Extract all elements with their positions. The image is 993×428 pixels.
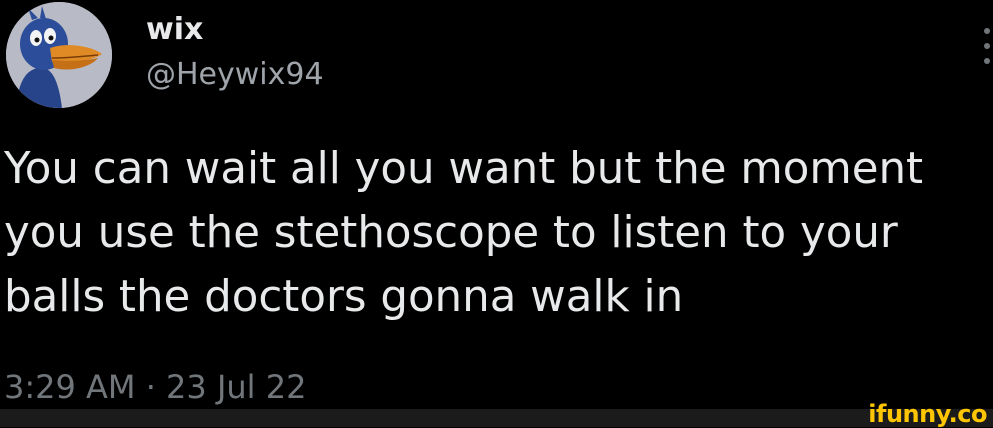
- more-dot: [984, 58, 990, 64]
- watermark-bar: [0, 409, 993, 427]
- author-display-name[interactable]: wix: [146, 10, 203, 50]
- more-dot: [984, 43, 990, 49]
- more-options-icon[interactable]: [980, 28, 993, 74]
- tweet-text-line: you use the stethoscope to listen to you…: [4, 208, 898, 258]
- more-dot: [984, 28, 990, 34]
- tweet-card: wix @Heywix94 You can wait all you want …: [0, 0, 993, 428]
- author-handle[interactable]: @Heywix94: [146, 55, 324, 95]
- tweet-timestamp[interactable]: 3:29 AM · 23 Jul 22: [4, 365, 306, 409]
- duck-avatar-icon: [6, 2, 112, 108]
- tweet-text-line: You can wait all you want but the moment: [4, 144, 924, 194]
- avatar[interactable]: [6, 2, 112, 108]
- tweet-text-line: balls the doctors gonna walk in: [4, 272, 684, 322]
- ifunny-watermark: ifunny.co: [868, 400, 987, 428]
- tweet-text: You can wait all you want but the moment…: [4, 137, 979, 329]
